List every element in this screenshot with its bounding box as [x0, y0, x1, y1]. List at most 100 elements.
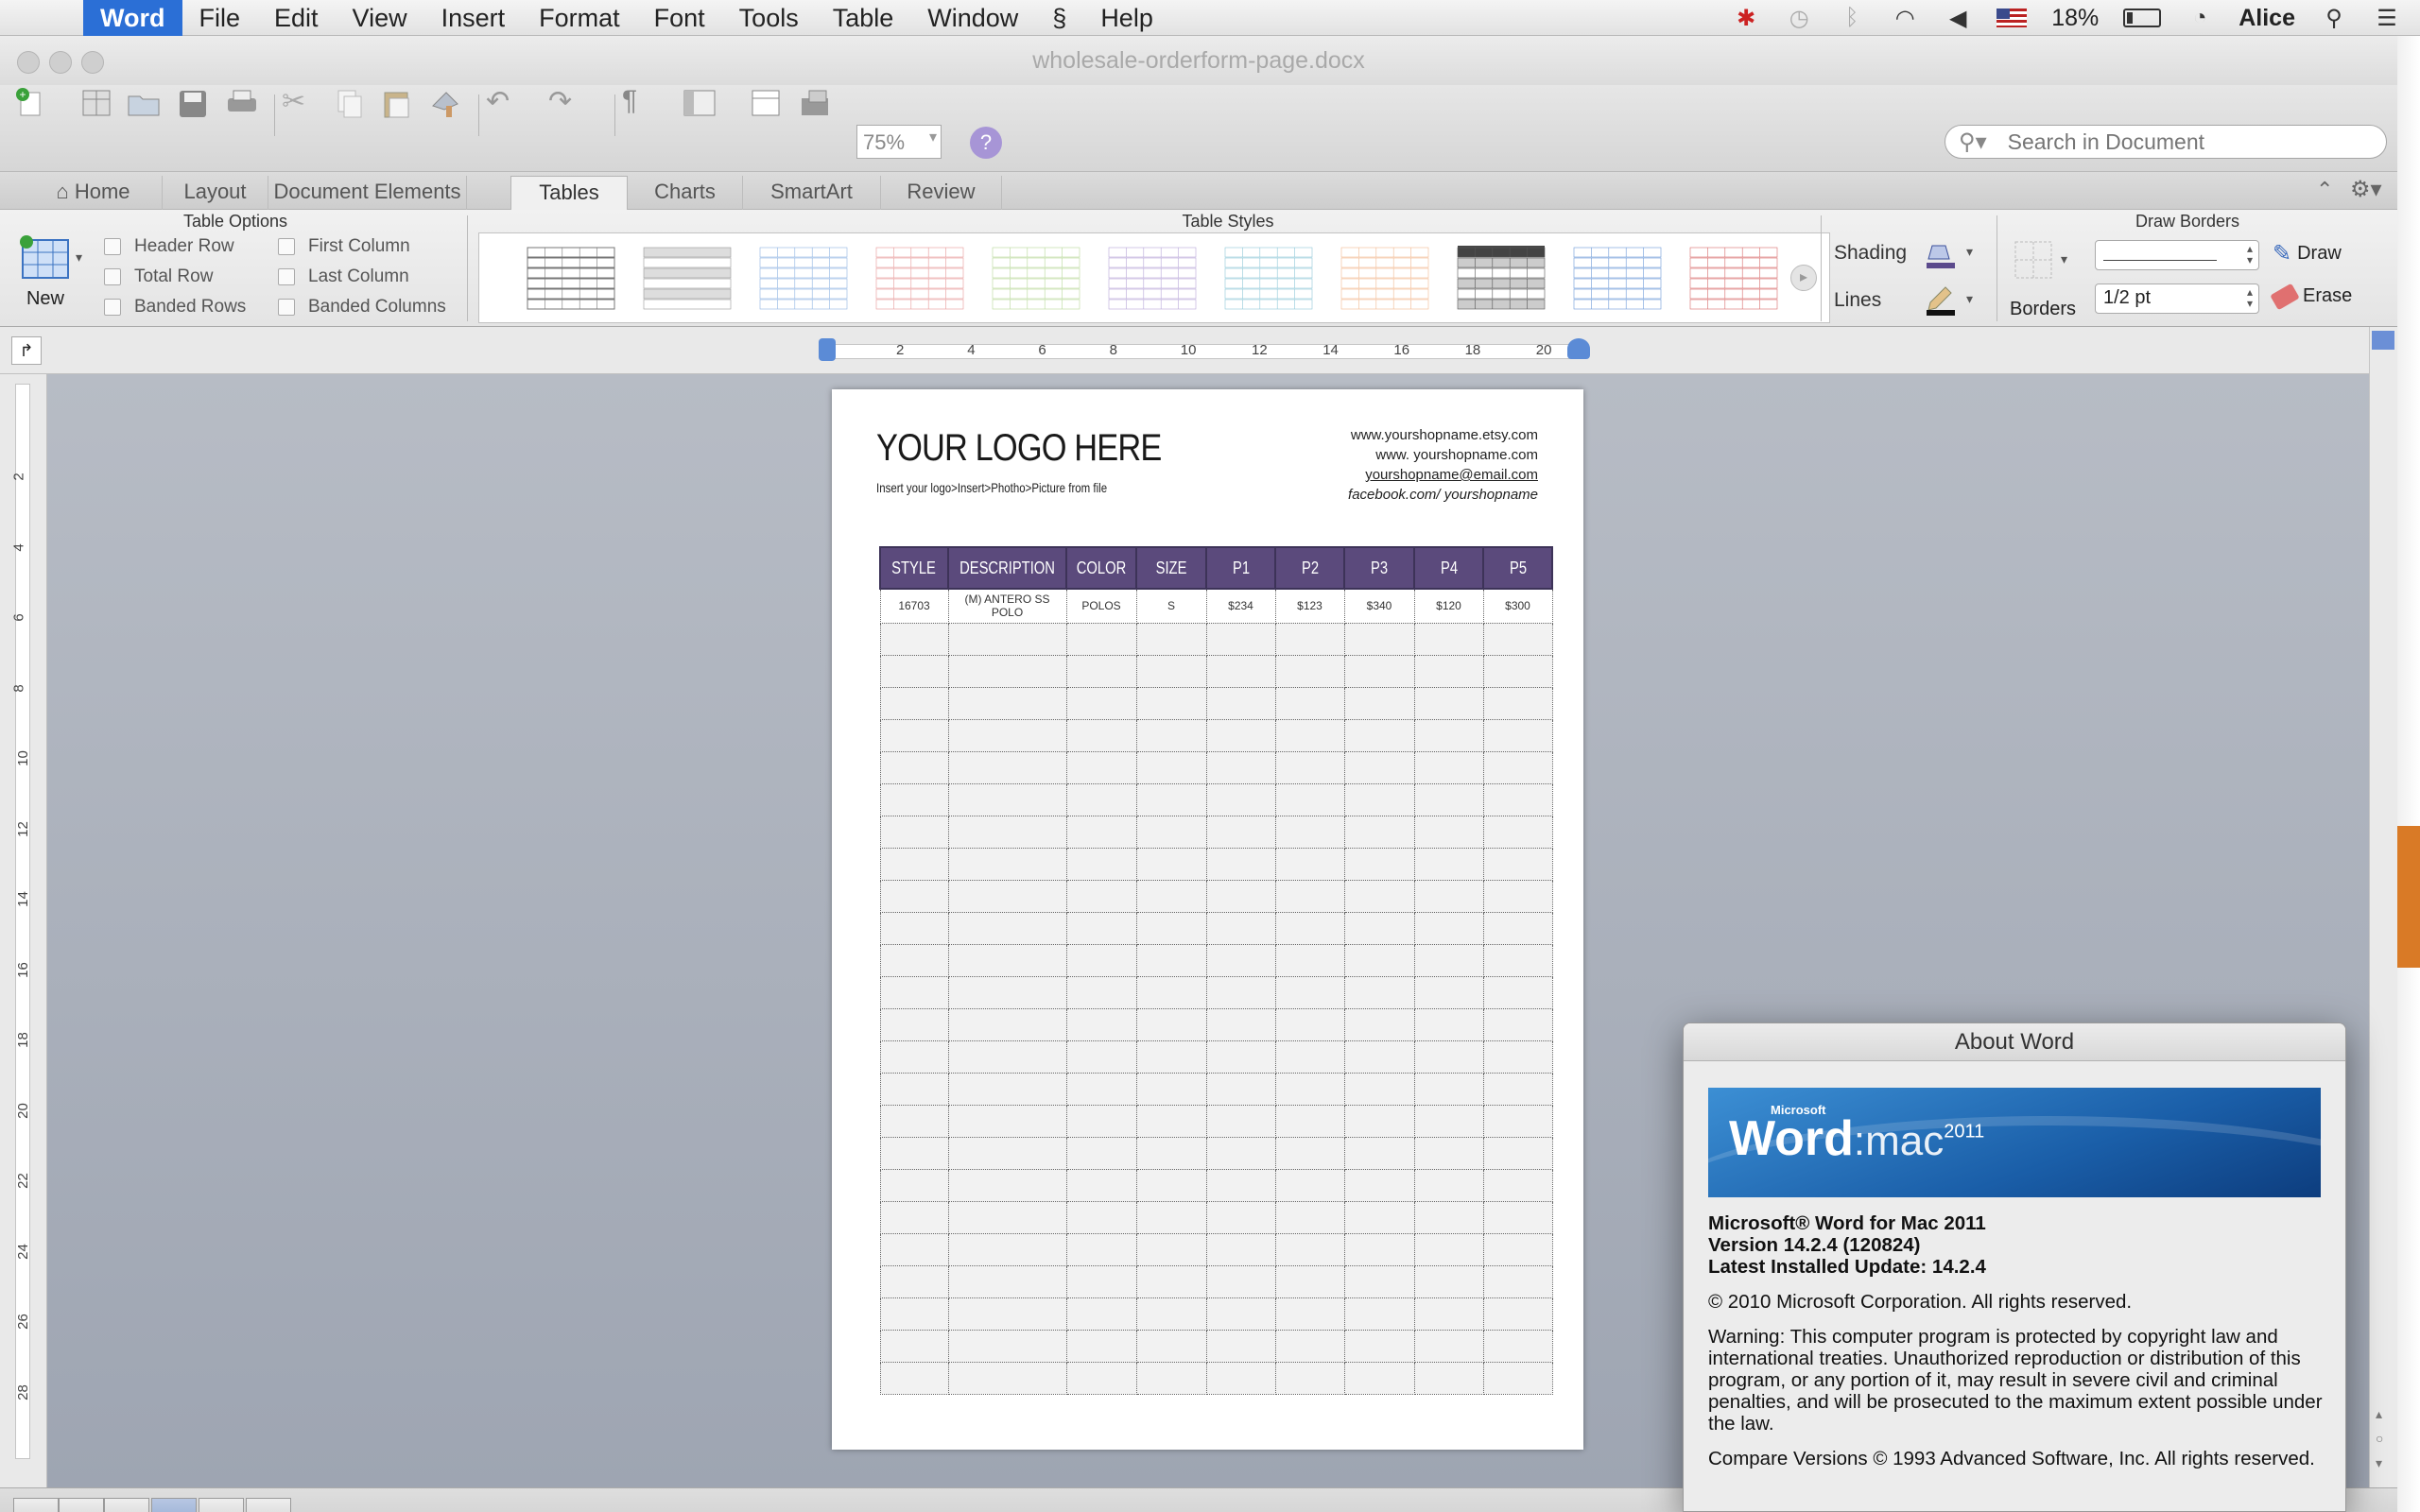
- logo-placeholder-title[interactable]: YOUR LOGO HERE: [876, 427, 1162, 470]
- input-source-flag-icon[interactable]: [1996, 9, 2028, 27]
- table-cell[interactable]: [1413, 686, 1484, 720]
- line-weight-select[interactable]: 1/2 pt ▴ ▾: [2095, 284, 2259, 314]
- table-cell[interactable]: [1274, 1040, 1345, 1074]
- table-cell[interactable]: [1482, 1168, 1553, 1202]
- table-cell[interactable]: [879, 879, 949, 913]
- table-cell[interactable]: [1065, 1361, 1137, 1395]
- table-cell[interactable]: [1413, 750, 1484, 784]
- left-indent-marker-icon[interactable]: [819, 338, 836, 361]
- gallery-next-icon[interactable]: ▸: [1790, 265, 1817, 291]
- table-cell[interactable]: [1343, 718, 1415, 752]
- table-cell[interactable]: $340: [1343, 588, 1415, 624]
- table-cell[interactable]: [1343, 1329, 1415, 1363]
- table-cell[interactable]: [1205, 1361, 1276, 1395]
- table-cell[interactable]: [1135, 1040, 1207, 1074]
- table-cell[interactable]: [1413, 1136, 1484, 1170]
- table-cell[interactable]: [1135, 943, 1207, 977]
- table-cell[interactable]: [947, 750, 1067, 784]
- table-cell[interactable]: [1343, 879, 1415, 913]
- table-cell[interactable]: [879, 1072, 949, 1106]
- table-cell[interactable]: [1274, 718, 1345, 752]
- table-cell[interactable]: [1065, 975, 1137, 1009]
- table-cell[interactable]: [1343, 943, 1415, 977]
- table-cell[interactable]: [879, 911, 949, 945]
- table-cell[interactable]: [1205, 718, 1276, 752]
- column-header[interactable]: SIZE: [1135, 546, 1208, 590]
- table-cell[interactable]: [1135, 1200, 1207, 1234]
- table-cell[interactable]: [879, 815, 949, 849]
- user-name[interactable]: Alice: [2238, 5, 2295, 32]
- save-icon[interactable]: [174, 85, 212, 121]
- draw-button[interactable]: ✎ Draw: [2273, 240, 2342, 267]
- outline-view-button[interactable]: [59, 1498, 104, 1512]
- table-cell[interactable]: [1205, 1007, 1276, 1041]
- wifi-icon[interactable]: ◠: [1891, 4, 1919, 32]
- table-cell[interactable]: [1343, 1136, 1415, 1170]
- notebook-view-button[interactable]: [199, 1498, 244, 1512]
- table-cell[interactable]: [1205, 1136, 1276, 1170]
- table-cell[interactable]: [1274, 815, 1345, 849]
- table-cell[interactable]: [1482, 975, 1553, 1009]
- table-cell[interactable]: [1274, 1136, 1345, 1170]
- table-cell[interactable]: [879, 686, 949, 720]
- table-cell[interactable]: [1065, 1232, 1137, 1266]
- table-cell[interactable]: [1343, 1040, 1415, 1074]
- vertical-ruler[interactable]: 2 4 6 8 10 12 14 16 18 20 22 24 26 28: [0, 374, 47, 1487]
- logo-instructions[interactable]: Insert your logo>Insert>Photho>Picture f…: [876, 480, 1107, 495]
- table-cell[interactable]: [879, 718, 949, 752]
- table-cell[interactable]: [1205, 847, 1276, 881]
- table-cell[interactable]: [1065, 686, 1137, 720]
- scroll-up-icon[interactable]: ▴: [2376, 1406, 2382, 1422]
- table-cell[interactable]: [879, 622, 949, 656]
- total-row-checkbox[interactable]: Total Row: [104, 266, 213, 287]
- spotlight-search-icon[interactable]: ⚲: [2320, 4, 2348, 32]
- table-cell[interactable]: [1065, 1297, 1137, 1331]
- table-cell[interactable]: [1343, 686, 1415, 720]
- table-cell[interactable]: [1413, 815, 1484, 849]
- table-cell[interactable]: [1274, 686, 1345, 720]
- menu-tools[interactable]: Tools: [722, 0, 816, 36]
- table-cell[interactable]: [1343, 1072, 1415, 1106]
- table-cell[interactable]: [1135, 911, 1207, 945]
- table-cell[interactable]: [1205, 1232, 1276, 1266]
- table-cell[interactable]: [1205, 750, 1276, 784]
- table-cell[interactable]: S: [1135, 588, 1207, 624]
- table-cell[interactable]: [1205, 815, 1276, 849]
- table-cell[interactable]: [879, 975, 949, 1009]
- table-cell[interactable]: [879, 1329, 949, 1363]
- table-cell[interactable]: (M) ANTERO SS POLO: [947, 588, 1067, 624]
- table-cell[interactable]: [1065, 815, 1137, 849]
- menu-insert[interactable]: Insert: [424, 0, 523, 36]
- table-cell[interactable]: [1065, 750, 1137, 784]
- search-icon[interactable]: ⚲▾: [1959, 129, 1987, 156]
- table-cell[interactable]: [1135, 847, 1207, 881]
- table-cell[interactable]: [947, 1040, 1067, 1074]
- table-cell[interactable]: [1274, 782, 1345, 816]
- table-cell[interactable]: [1343, 1200, 1415, 1234]
- table-style-thumbnail[interactable]: [991, 244, 1081, 312]
- table-cell[interactable]: [1343, 782, 1415, 816]
- etsy-url[interactable]: www.yourshopname.etsy.com: [1348, 425, 1538, 445]
- table-cell[interactable]: [1413, 1072, 1484, 1106]
- document-page[interactable]: YOUR LOGO HERE Insert your logo>Insert>P…: [832, 389, 1583, 1450]
- table-cell[interactable]: [1065, 943, 1137, 977]
- table-cell[interactable]: [947, 1297, 1067, 1331]
- table-cell[interactable]: [1135, 654, 1207, 688]
- menu-format[interactable]: Format: [522, 0, 637, 36]
- new-document-icon[interactable]: +: [13, 85, 51, 121]
- table-cell[interactable]: [1065, 1200, 1137, 1234]
- table-cell[interactable]: [1482, 1232, 1553, 1266]
- table-cell[interactable]: [1135, 1264, 1207, 1298]
- menu-app-word[interactable]: Word: [83, 0, 182, 36]
- last-column-checkbox[interactable]: Last Column: [278, 266, 409, 287]
- table-style-thumbnail[interactable]: [1456, 244, 1547, 312]
- table-style-thumbnail[interactable]: [874, 244, 965, 312]
- tab-charts[interactable]: Charts: [628, 176, 743, 210]
- table-cell[interactable]: [1413, 847, 1484, 881]
- table-cell[interactable]: [1482, 1136, 1553, 1170]
- header-row-checkbox[interactable]: Header Row: [104, 236, 234, 257]
- table-cell[interactable]: [1413, 943, 1484, 977]
- table-cell[interactable]: [1065, 718, 1137, 752]
- table-cell[interactable]: [1274, 654, 1345, 688]
- table-cell[interactable]: [1205, 1264, 1276, 1298]
